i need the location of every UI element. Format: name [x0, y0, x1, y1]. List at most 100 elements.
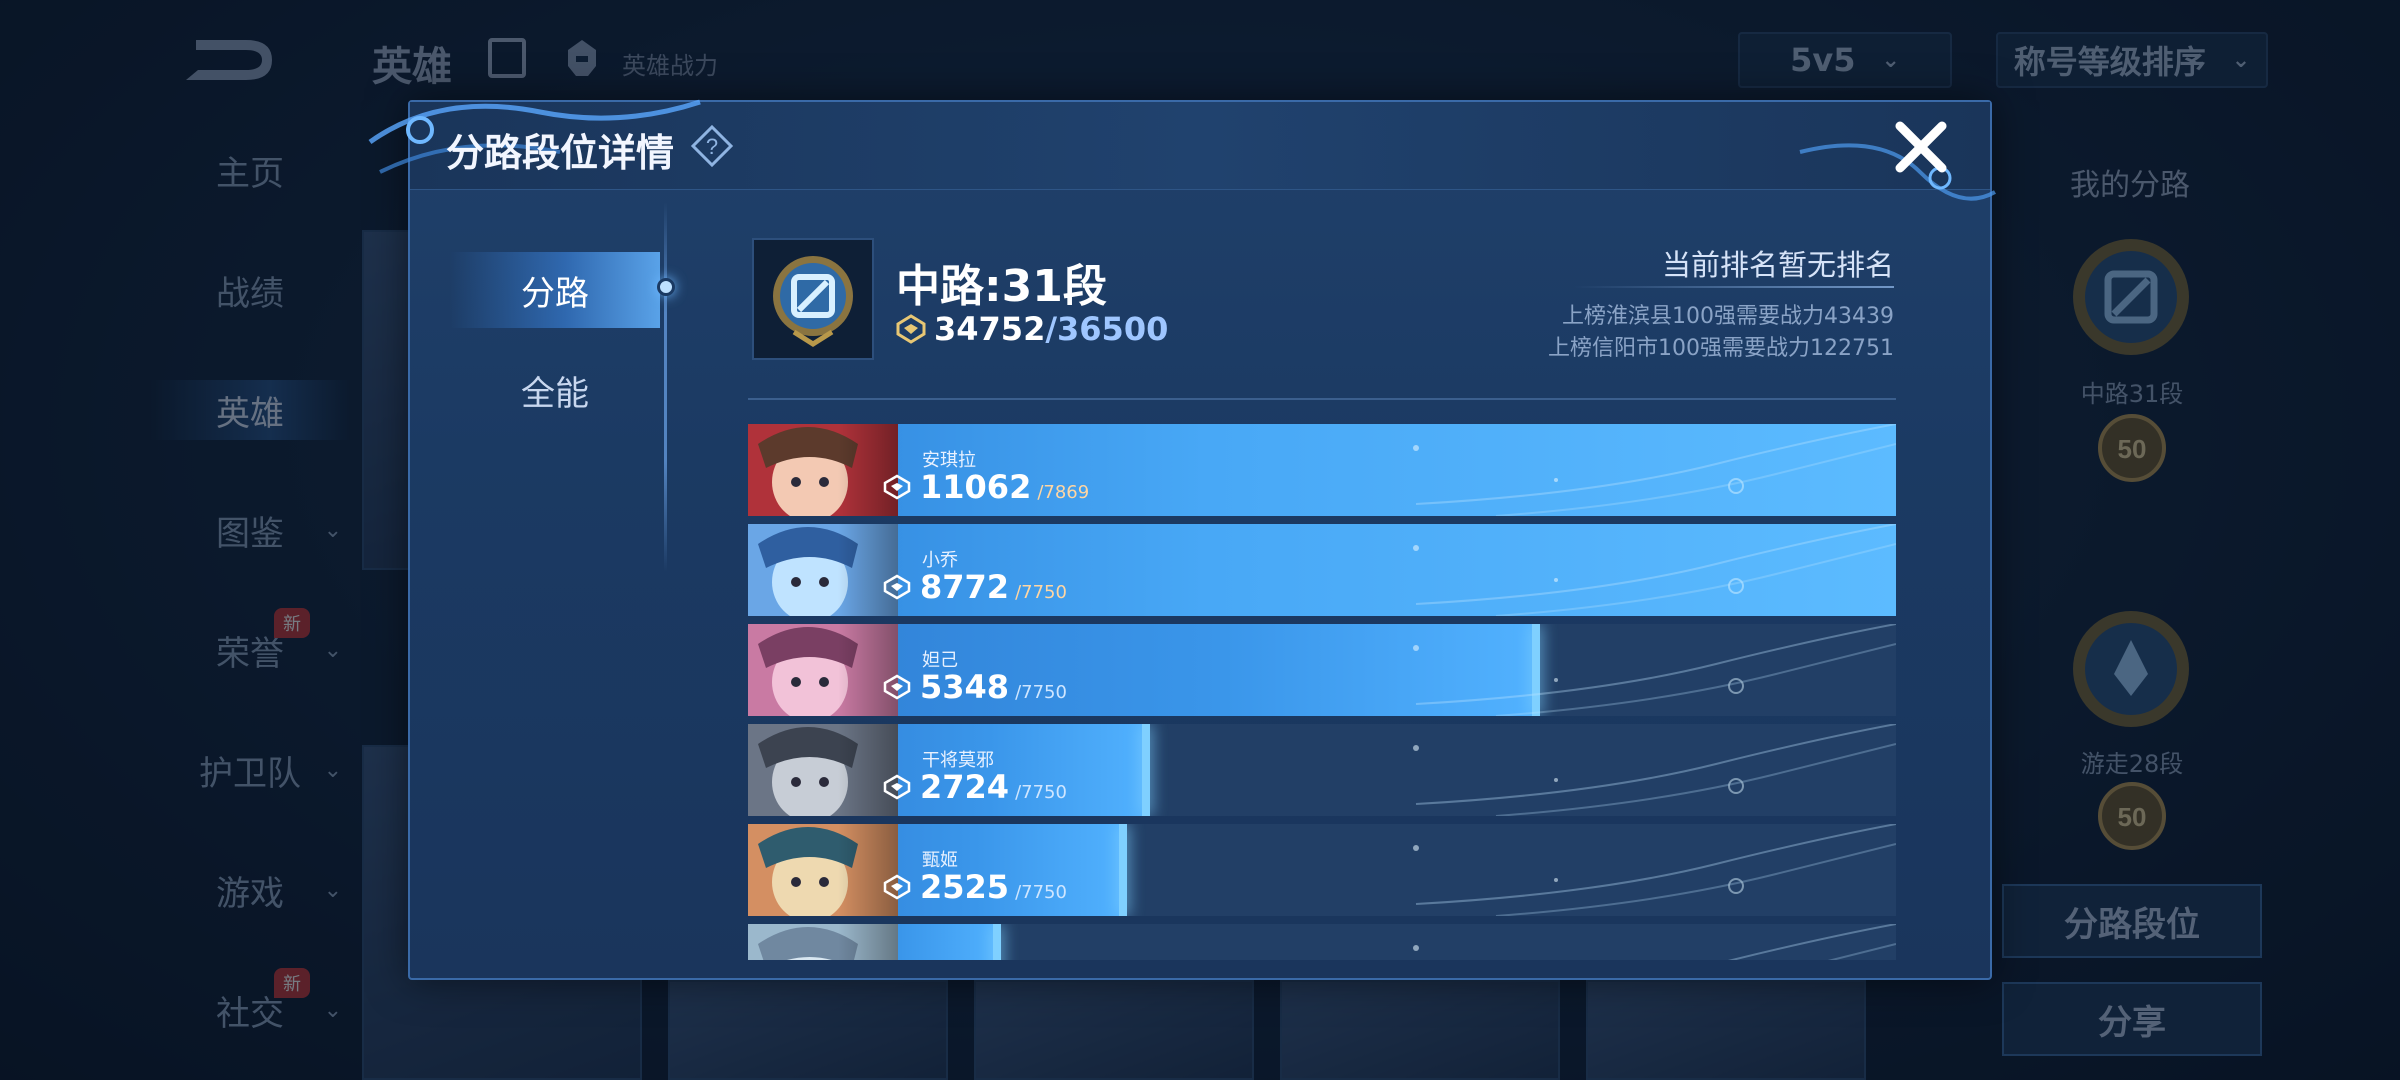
tab-lane[interactable]: 分路 — [450, 252, 660, 328]
level-badge-icon: 50 — [2098, 414, 2166, 482]
sidebar-item-label: 护卫队 — [199, 753, 301, 794]
mode-dropdown-value: 5v5 — [1790, 41, 1856, 79]
active-tab-indicator — [657, 278, 675, 296]
sidebar-item-records[interactable]: 战绩 — [150, 260, 350, 320]
hero-row[interactable]: 甄姬 2525/7750 — [748, 824, 1896, 916]
sidebar-item-guard-team[interactable]: 护卫队 ⌄ — [150, 740, 350, 800]
divider — [1574, 286, 1894, 288]
hero-portrait-icon — [748, 424, 898, 516]
hero-row[interactable] — [748, 924, 1896, 960]
sidebar-item-social[interactable]: 新 社交 ⌄ — [150, 968, 350, 1040]
back-arrow-icon[interactable] — [176, 26, 280, 88]
chevron-down-icon: ⌄ — [2231, 47, 2251, 73]
hero-power: 8772/7750 — [882, 568, 1067, 606]
helmet-icon[interactable] — [560, 36, 604, 80]
svg-text:50: 50 — [2118, 434, 2147, 464]
tab-all-round[interactable]: 全能 — [450, 352, 660, 428]
hero-card[interactable] — [1280, 980, 1560, 1080]
power-icon — [896, 314, 926, 344]
svg-text:50: 50 — [2118, 802, 2147, 832]
hero-progress-edge — [1532, 624, 1541, 716]
sidebar-item-codex[interactable]: 图鉴 ⌄ — [150, 500, 350, 560]
lane-rank-title: 中路:31段 — [896, 261, 1107, 312]
hero-power-value: 2724 — [920, 768, 1010, 806]
hero-progress-edge — [992, 924, 1001, 960]
hero-power-max: /7750 — [1015, 882, 1067, 903]
lane-rank-modal: 分路段位详情 ? 分路 全能 中路:31段 34752 / 36500 当前排名… — [368, 99, 1996, 980]
mid-lane-rank-emblem — [752, 238, 874, 360]
hero-power: 5348/7750 — [882, 668, 1067, 706]
sidebar-item-label: 图鉴 — [216, 513, 284, 554]
power-max: 36500 — [1057, 310, 1169, 348]
page-title: 英雄 — [372, 44, 452, 90]
divider — [748, 398, 1896, 400]
hero-power-max: /7750 — [1015, 782, 1067, 803]
hero-progress-edge — [1118, 824, 1127, 916]
roam-label: 游走28段 — [2080, 750, 2184, 778]
hero-power-max: /7750 — [1015, 682, 1067, 703]
hero-power-link[interactable]: 英雄战力 — [622, 46, 718, 81]
sidebar-item-label: 游戏 — [216, 873, 284, 914]
level-badge-icon: 50 — [2098, 782, 2166, 850]
hero-portrait-icon — [748, 624, 898, 716]
power-icon — [883, 874, 911, 900]
mid-lane-emblem-icon — [773, 256, 853, 347]
chevron-down-icon: ⌄ — [1881, 47, 1900, 73]
sort-dropdown-value: 称号等级排序 — [2013, 43, 2206, 81]
hero-power-value: 11062 — [920, 468, 1032, 506]
hero-power-value: 5348 — [920, 668, 1010, 706]
power-icon — [883, 574, 911, 600]
hero-power: 11062/7869 — [882, 468, 1089, 506]
hero-card[interactable] — [974, 980, 1254, 1080]
chevron-down-icon: ⌄ — [323, 997, 342, 1023]
sidebar-item-label: 英雄 — [216, 393, 284, 434]
sidebar-item-game[interactable]: 游戏 ⌄ — [150, 860, 350, 920]
svg-text:?: ? — [706, 134, 718, 159]
chevron-down-icon: ⌄ — [323, 877, 342, 903]
mode-dropdown[interactable]: 5v5 ⌄ — [1738, 32, 1952, 88]
chevron-down-icon: ⌄ — [323, 517, 342, 543]
mid-lane-label: 中路31段 — [2080, 380, 2184, 408]
hero-portrait-icon — [748, 924, 898, 960]
lane-tabs: 分路 全能 — [410, 222, 680, 582]
new-badge: 新 — [274, 608, 310, 638]
hero-row[interactable]: 小乔 8772/7750 — [748, 524, 1896, 616]
sidebar-item-label: 主页 — [216, 153, 284, 194]
mid-lane-emblem-icon — [2073, 239, 2189, 355]
hero-card[interactable] — [668, 980, 948, 1080]
hero-power-value: 8772 — [920, 568, 1010, 606]
hero-row[interactable]: 干将莫邪 2724/7750 — [748, 724, 1896, 816]
hero-portrait-icon — [748, 824, 898, 916]
share-button[interactable]: 分享 — [2002, 982, 2262, 1056]
roam-emblem-icon — [2073, 611, 2189, 727]
list-icon[interactable] — [488, 38, 526, 78]
hero-power-list[interactable]: 安琪拉 11062/7869 小乔 8772/7750 妲己 5348/7750 干将莫邪 2… — [748, 424, 1896, 960]
game-screen: 英雄 英雄战力 5v5 ⌄ 称号等级排序 ⌄ 主页 战绩 英雄 图鉴 ⌄ 新 荣… — [0, 0, 2400, 1080]
sparkle-decoration-icon — [1413, 824, 1896, 916]
requirement-county: 上榜淮滨县100强需要战力43439 — [1562, 304, 1894, 329]
hero-portrait-icon — [748, 524, 898, 616]
power-icon — [883, 774, 911, 800]
help-icon[interactable]: ? — [690, 124, 734, 168]
sidebar-item-home[interactable]: 主页 — [150, 140, 350, 200]
requirement-city: 上榜信阳市100强需要战力122751 — [1548, 336, 1894, 361]
sparkle-decoration-icon — [1413, 724, 1896, 816]
sidebar-item-heroes[interactable]: 英雄 — [150, 380, 350, 440]
hero-progress-edge — [1141, 724, 1150, 816]
hero-row[interactable]: 安琪拉 11062/7869 — [748, 424, 1896, 516]
sidebar-item-honor[interactable]: 新 荣誉 ⌄ — [150, 608, 350, 680]
hero-power-max: /7869 — [1037, 482, 1090, 503]
close-icon[interactable] — [1890, 116, 1952, 178]
hero-row[interactable]: 妲己 5348/7750 — [748, 624, 1896, 716]
modal-title: 分路段位详情 — [446, 131, 675, 175]
hero-power-value: 2525 — [920, 868, 1010, 906]
lane-power: 34752 / 36500 — [894, 310, 1168, 348]
hero-card[interactable] — [1586, 980, 1866, 1080]
lane-rank-button[interactable]: 分路段位 — [2002, 884, 2262, 958]
sort-dropdown[interactable]: 称号等级排序 ⌄ — [1996, 32, 2268, 88]
hero-portrait-icon — [748, 724, 898, 816]
rank-status: 当前排名暂无排名 — [1661, 248, 1894, 282]
sparkle-decoration-icon — [1413, 924, 1896, 960]
hero-power: 2525/7750 — [882, 868, 1067, 906]
hero-power: 2724/7750 — [882, 768, 1067, 806]
